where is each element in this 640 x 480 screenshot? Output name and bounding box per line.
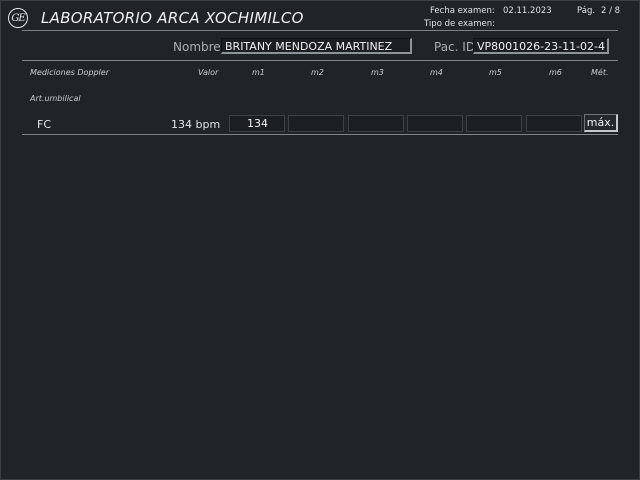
measurement-m1-cell[interactable]: 134: [229, 115, 285, 132]
page-value: 2 / 8: [601, 6, 621, 16]
method-max-button[interactable]: máx.: [584, 114, 618, 132]
col-header-m4: m4: [430, 68, 443, 77]
logo-text: GE: [11, 12, 25, 24]
measurement-m6-cell[interactable]: [526, 115, 582, 132]
exam-date-value: 02.11.2023: [503, 6, 552, 16]
col-header-m2: m2: [311, 68, 324, 77]
patient-name-label: Nombre: [173, 40, 221, 54]
col-header-mediciones: Mediciones Doppler: [30, 68, 109, 77]
col-header-metodo: Mét.: [591, 68, 609, 77]
col-header-valor: Valor: [198, 68, 219, 77]
row-label-fc: FC: [37, 118, 52, 131]
exam-type-label: Tipo de examen:: [424, 19, 495, 29]
table-bottom-divider: [22, 134, 618, 135]
patient-id-field[interactable]: VP8001026-23-11-02-4: [473, 38, 609, 54]
col-header-m1: m1: [252, 68, 265, 77]
measurement-m2-cell[interactable]: [288, 115, 344, 132]
ge-logo-icon: GE: [8, 8, 28, 28]
header-divider: [22, 30, 618, 31]
measurement-m3-cell[interactable]: [348, 115, 404, 132]
measurement-m4-cell[interactable]: [407, 115, 463, 132]
page-label: Pág.: [577, 6, 596, 16]
measurement-m5-cell[interactable]: [466, 115, 522, 132]
patient-id-label: Pac. ID: [434, 40, 476, 54]
col-header-m6: m6: [549, 68, 562, 77]
section-title-art-umbilical: Art.umbilical: [30, 94, 81, 103]
col-header-m5: m5: [489, 68, 502, 77]
page-title: LABORATORIO ARCA XOCHIMILCO: [41, 9, 304, 27]
col-header-m3: m3: [371, 68, 384, 77]
patient-divider: [22, 60, 618, 61]
row-value-fc: 134 bpm: [171, 118, 221, 131]
patient-name-field[interactable]: BRITANY MENDOZA MARTINEZ: [221, 38, 412, 54]
exam-date-label: Fecha examen:: [430, 6, 495, 16]
